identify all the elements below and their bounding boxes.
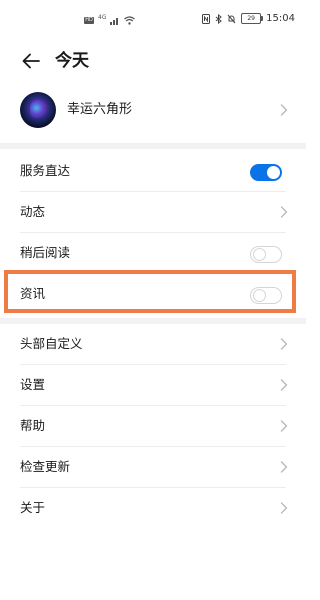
signal-icon <box>110 18 119 25</box>
row-header-customize[interactable]: 头部自定义 <box>0 324 306 365</box>
row-label: 关于 <box>20 500 46 515</box>
chevron-right-icon <box>280 206 288 218</box>
wifi-icon <box>124 16 136 25</box>
hd-icon: HD <box>84 17 94 24</box>
row-service-direct[interactable]: 服务直达 <box>0 151 306 192</box>
signal-label: 4G <box>98 14 107 21</box>
row-read-later[interactable]: 稍后阅读 <box>0 233 306 274</box>
row-about[interactable]: 关于 <box>0 488 306 529</box>
mute-bell-icon <box>227 14 236 23</box>
toggle-knob <box>267 166 280 179</box>
clock: 15:04 <box>266 13 295 24</box>
chevron-right-icon <box>280 104 288 116</box>
row-label: 服务直达 <box>20 163 71 178</box>
service-direct-toggle[interactable] <box>250 164 282 181</box>
news-toggle[interactable] <box>250 287 282 304</box>
bluetooth-icon <box>215 13 222 24</box>
row-label: 帮助 <box>20 418 46 433</box>
battery-icon: 29 <box>241 13 264 24</box>
row-settings[interactable]: 设置 <box>0 365 306 406</box>
read-later-toggle[interactable] <box>250 246 282 263</box>
nfc-icon <box>202 13 211 24</box>
chevron-right-icon <box>280 338 288 350</box>
row-label: 检查更新 <box>20 459 71 474</box>
row-dynamics[interactable]: 动态 <box>0 192 306 233</box>
status-bar: HD 4G 29 15:04 <box>0 0 306 44</box>
section-divider <box>0 143 306 149</box>
header: 今天 <box>0 44 306 78</box>
row-label: 头部自定义 <box>20 336 83 351</box>
toggle-knob <box>252 247 266 261</box>
page-title: 今天 <box>55 51 89 71</box>
status-left-group: HD 4G <box>84 14 136 25</box>
row-label: 稍后阅读 <box>20 245 71 260</box>
toggle-knob <box>252 288 266 302</box>
chevron-right-icon <box>280 502 288 514</box>
chevron-right-icon <box>280 461 288 473</box>
row-label: 资讯 <box>20 286 46 301</box>
chevron-right-icon <box>280 379 288 391</box>
row-news[interactable]: 资讯 <box>0 274 306 315</box>
row-help[interactable]: 帮助 <box>0 406 306 447</box>
row-check-update[interactable]: 检查更新 <box>0 447 306 488</box>
row-label: 动态 <box>20 204 46 219</box>
arrow-left-icon[interactable] <box>20 50 42 72</box>
row-label: 设置 <box>20 377 46 392</box>
account-row[interactable]: 幸运六角形 <box>0 92 306 138</box>
account-name: 幸运六角形 <box>67 102 133 117</box>
chevron-right-icon <box>280 420 288 432</box>
avatar <box>20 92 56 128</box>
status-right-group: 29 15:04 <box>202 13 295 24</box>
